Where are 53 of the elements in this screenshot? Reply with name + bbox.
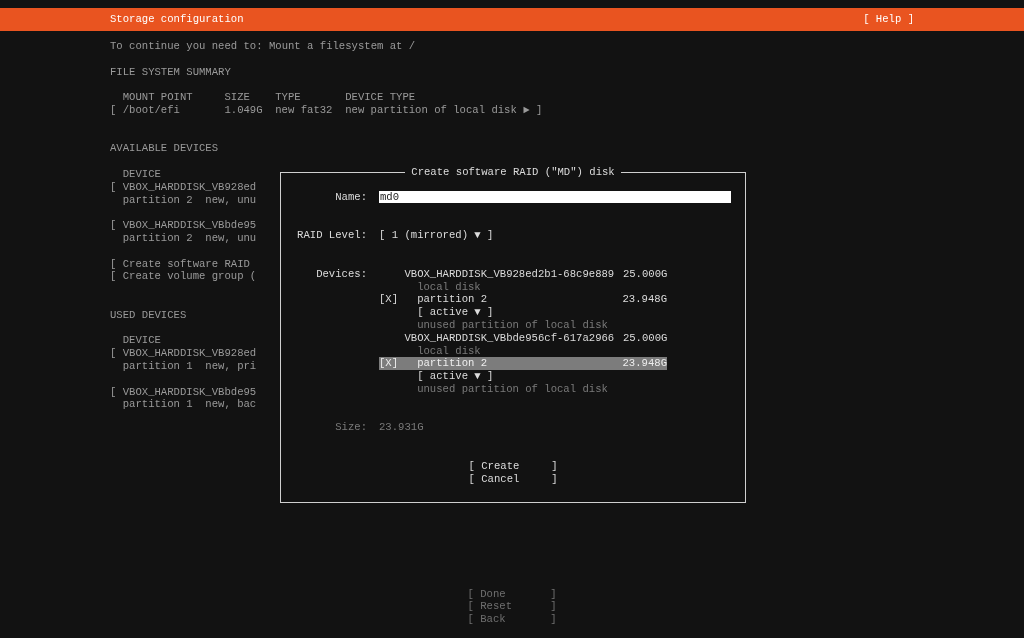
disk-entry[interactable]: [ VBOX_HARDDISK_VB928ed (110, 180, 257, 194)
help-button[interactable]: [ Help ] (863, 13, 914, 26)
column-header: DEVICE TYPE (345, 91, 417, 104)
section-heading: FILE SYSTEM SUMMARY (110, 65, 231, 79)
size-value: 23.931G (379, 421, 424, 435)
partition-row[interactable]: [X] partition 2 23.948G (379, 357, 667, 371)
table-cell[interactable]: new partition of local disk ► ] (345, 104, 543, 117)
section-heading: AVAILABLE DEVICES (110, 142, 219, 156)
disk-name: VBOX_HARDDISK_VBbde956cf-617a2966 (404, 331, 616, 345)
screen-title: Storage configuration (110, 13, 244, 26)
table-cell[interactable]: [ /boot/efi (110, 104, 225, 117)
footer-button[interactable]: [ Done ] (467, 587, 557, 601)
field-label: Size: (334, 421, 367, 435)
disk-size: 25.000G (622, 331, 668, 345)
column-header: MOUNT POINT (121, 91, 194, 104)
device-note: unused partition of local disk (416, 382, 608, 396)
device-note: local disk (416, 344, 481, 358)
checkbox[interactable]: [X] (379, 357, 418, 371)
action-entry[interactable]: [ Create volume group ( (110, 270, 257, 284)
disk-entry[interactable]: [ VBOX_HARDDISK_VBbde95 (110, 219, 257, 232)
dialog-button[interactable]: [ Create ] (468, 459, 558, 473)
partition-entry[interactable]: partition 2 new, unu (110, 193, 257, 207)
dialog-title: Create software RAID ("MD") disk (410, 166, 616, 179)
column-header: TYPE (275, 91, 301, 104)
name-field[interactable]: md0 (379, 191, 731, 203)
column-header: DEVICE (121, 334, 161, 348)
partition-entry[interactable]: partition 1 new, pri (110, 359, 257, 373)
field-label: RAID Level: (296, 229, 367, 243)
device-note: local disk (416, 280, 481, 294)
disk-entry[interactable]: [ VBOX_HARDDISK_VBbde95 (110, 385, 257, 399)
raid-level-dropdown[interactable]: [ 1 (mirrored) ▼ ] (379, 229, 494, 243)
disk-entry[interactable]: [ VBOX_HARDDISK_VB928ed (110, 347, 257, 360)
partition-row[interactable]: [X] partition 2 23.948G (379, 293, 667, 307)
format-dropdown[interactable]: [ active ▼ ] (417, 306, 494, 319)
column-header: DEVICE (121, 167, 161, 181)
footer-button[interactable]: [ Reset ] (467, 600, 557, 614)
dialog-button[interactable]: [ Cancel ] (468, 472, 558, 486)
checkbox[interactable]: [X] (379, 293, 418, 307)
section-heading: USED DEVICES (110, 308, 187, 322)
table-cell[interactable]: 1.049G (224, 104, 276, 117)
disk-name: VBOX_HARDDISK_VB928ed2b1-68c9e889 (404, 267, 616, 281)
partition-entry[interactable]: partition 2 new, unu (110, 231, 257, 245)
field-label: Devices: (315, 267, 367, 281)
instruction-text: To continue you need to: Mount a filesystem at / (110, 40, 416, 53)
device-note: unused partition of local disk (416, 318, 608, 332)
table-cell[interactable]: new fat32 (275, 104, 346, 117)
partition-entry[interactable]: partition 1 new, bac (110, 398, 257, 412)
disk-size: 25.000G (622, 267, 668, 281)
column-header: SIZE (224, 91, 251, 104)
footer-button[interactable]: [ Back ] (467, 613, 557, 626)
field-label: Name: (334, 191, 367, 204)
format-dropdown[interactable]: [ active ▼ ] (417, 370, 494, 383)
action-entry[interactable]: [ Create software RAID (110, 257, 250, 271)
